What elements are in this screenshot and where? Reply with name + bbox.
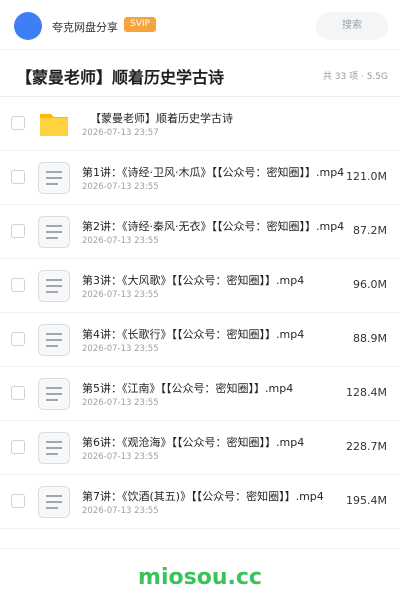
item-name: 【蒙曼老师】顺着历史学古诗 (90, 112, 233, 125)
item-date: 2026-07-13 23:55 (82, 452, 159, 462)
item-date: 2026-07-13 23:55 (82, 182, 159, 192)
item-date: 2026-07-13 23:57 (82, 128, 159, 138)
file-row[interactable]: 第3讲：《大风歌》【【公众号：密知圈】】.mp4 2026-07-13 23:55… (0, 259, 400, 313)
item-size: 96.0M (353, 278, 387, 291)
document-icon (37, 485, 71, 519)
item-name: 第2讲：《诗经·秦风·无衣》【【公众号：密知圈】】.mp4 (82, 220, 345, 233)
item-name: 第1讲：《诗经·卫风·木瓜》【【公众号：密知圈】】.mp4 (82, 166, 345, 179)
select-checkbox[interactable] (11, 224, 25, 238)
svip-badge: SVIP (124, 17, 156, 32)
footer: miosou.cc (0, 548, 400, 600)
document-icon (37, 377, 71, 411)
select-checkbox[interactable] (11, 494, 25, 508)
document-icon (37, 269, 71, 303)
file-list: 【蒙曼老师】顺着历史学古诗 2026-07-13 23:57 第1讲：《诗经·卫风·… (0, 97, 400, 529)
folder-row[interactable]: 【蒙曼老师】顺着历史学古诗 2026-07-13 23:57 (0, 97, 400, 151)
item-name: 第6讲：《观沧海》【【公众号：密知圈】】.mp4 (82, 436, 305, 449)
item-date: 2026-07-13 23:55 (82, 506, 159, 516)
item-date: 2026-07-13 23:55 (82, 398, 159, 408)
item-name: 第5讲：《江南》【【公众号：密知圈】】.mp4 (82, 382, 294, 395)
select-checkbox[interactable] (11, 386, 25, 400)
search-button[interactable]: 搜索 (316, 12, 388, 40)
share-summary: 共 33 项 · 5.5G (322, 72, 388, 82)
item-size: 195.4M (346, 494, 387, 507)
username-label: 夸克网盘分享 (52, 21, 118, 34)
item-date: 2026-07-13 23:55 (82, 344, 159, 354)
select-checkbox[interactable] (11, 278, 25, 292)
watermark-text: miosou.cc (138, 565, 262, 590)
file-row[interactable]: 第2讲：《诗经·秦风·无衣》【【公众号：密知圈】】.mp4 2026-07-13 … (0, 205, 400, 259)
avatar[interactable] (14, 12, 42, 40)
file-row[interactable]: 第1讲：《诗经·卫风·木瓜》【【公众号：密知圈】】.mp4 2026-07-13 … (0, 151, 400, 205)
item-name: 第3讲：《大风歌》【【公众号：密知圈】】.mp4 (82, 274, 305, 287)
item-size: 88.9M (353, 332, 387, 345)
item-size: 87.2M (353, 224, 387, 237)
select-checkbox[interactable] (11, 332, 25, 346)
share-title-bar: 【蒙曼老师】顺着历史学古诗 共 33 项 · 5.5G (0, 51, 400, 97)
document-icon (37, 215, 71, 249)
item-size: 121.0M (346, 170, 387, 183)
document-icon (37, 323, 71, 357)
select-checkbox[interactable] (11, 116, 25, 130)
file-row[interactable]: 第4讲：《长歌行》【【公众号：密知圈】】.mp4 2026-07-13 23:55… (0, 313, 400, 367)
file-row[interactable]: 第5讲：《江南》【【公众号：密知圈】】.mp4 2026-07-13 23:55 1… (0, 367, 400, 421)
file-row[interactable]: 第7讲：《饮酒(其五)》【【公众号：密知圈】】.mp4 2026-07-13 23… (0, 475, 400, 529)
document-icon (37, 161, 71, 195)
item-size: 128.4M (346, 386, 387, 399)
select-checkbox[interactable] (11, 440, 25, 454)
top-header: 夸克网盘分享 SVIP 搜索 (0, 0, 400, 50)
folder-icon (37, 107, 71, 141)
item-name: 第7讲：《饮酒(其五)》【【公众号：密知圈】】.mp4 (82, 490, 324, 503)
file-row[interactable]: 第6讲：《观沧海》【【公众号：密知圈】】.mp4 2026-07-13 23:55… (0, 421, 400, 475)
item-size: 228.7M (346, 440, 387, 453)
item-date: 2026-07-13 23:55 (82, 290, 159, 300)
select-checkbox[interactable] (11, 170, 25, 184)
item-name: 第4讲：《长歌行》【【公众号：密知圈】】.mp4 (82, 328, 305, 341)
document-icon (37, 431, 71, 465)
page-title: 【蒙曼老师】顺着历史学古诗 (16, 68, 225, 87)
item-date: 2026-07-13 23:55 (82, 236, 159, 246)
